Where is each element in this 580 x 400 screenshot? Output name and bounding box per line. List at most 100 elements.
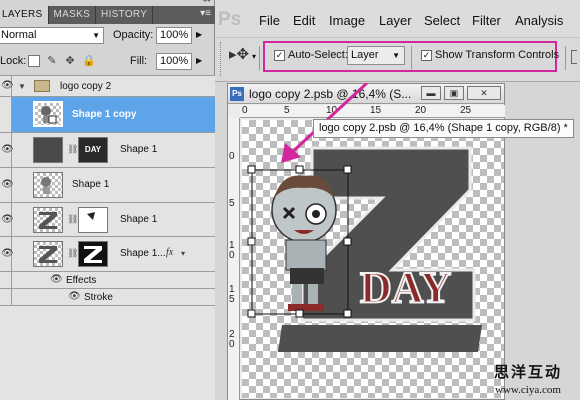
stroke-row[interactable]: 👁 Stroke: [0, 289, 215, 306]
stroke-label: Stroke: [84, 292, 113, 303]
layer-thumbnail: [33, 241, 63, 267]
zombie-pupil: [312, 210, 320, 218]
menu-select[interactable]: Select: [424, 13, 460, 28]
mask-shape-icon: [87, 212, 95, 220]
group-expand-icon[interactable]: ▼: [18, 82, 26, 91]
menu-file[interactable]: File: [259, 13, 280, 28]
banner-shape: [278, 325, 482, 352]
visibility-toggle[interactable]: [0, 289, 12, 305]
ruler-label: 1 5: [229, 284, 235, 305]
tab-masks[interactable]: MASKS: [49, 6, 97, 24]
menu-analysis[interactable]: Analysis: [515, 13, 563, 28]
watermark-chinese: 思洋互动: [493, 363, 562, 381]
close-button[interactable]: ✕: [467, 86, 501, 100]
lock-label: Lock:: [0, 55, 27, 67]
zombie-leg-right: [308, 284, 318, 306]
separator: [565, 46, 566, 70]
fill-arrow-icon[interactable]: ▶: [196, 56, 202, 65]
blend-mode-select[interactable]: Normal ▼: [0, 27, 104, 44]
options-bar-grip[interactable]: [220, 42, 223, 76]
lock-all-icon[interactable]: 🔒: [82, 55, 96, 67]
z-letter-thumb-icon: [39, 212, 57, 229]
site-watermark: 思洋互动 www.ciya.com: [478, 361, 578, 396]
lock-position-icon[interactable]: ✥: [64, 55, 76, 67]
auto-select-label: Auto-Select:: [288, 49, 348, 61]
visibility-toggle[interactable]: 👁: [0, 237, 14, 271]
layer-row[interactable]: 👁 ⛓ Shape 1: [0, 203, 215, 237]
tool-preset-chevron-icon[interactable]: ▾: [252, 52, 256, 61]
z-letter-thumb-icon: [39, 246, 57, 263]
lock-image-icon[interactable]: ✎: [46, 55, 58, 67]
layer-thumbnail: [33, 172, 63, 198]
menu-edit[interactable]: Edit: [293, 13, 315, 28]
zombie-thumb-icon: [41, 177, 51, 194]
menu-layer[interactable]: Layer: [379, 13, 412, 28]
layer-thumbnail: [33, 101, 63, 127]
ruler-label: 5: [229, 198, 235, 209]
ruler-label: 2 0: [229, 329, 235, 350]
layer-name: Shape 1 copy: [72, 109, 137, 120]
layer-row-group[interactable]: 👁 ▼ logo copy 2: [0, 76, 215, 97]
menu-bar: Ps File Edit Image Layer Select Filter A…: [215, 0, 580, 38]
layer-row[interactable]: 👁 ⛓ DAY Shape 1: [0, 133, 215, 168]
vertical-ruler: 0 5 1 0 1 5 2 0: [228, 118, 240, 400]
effects-row[interactable]: 👁 Effects: [0, 272, 215, 289]
minimize-button[interactable]: ▬: [421, 86, 441, 100]
visibility-toggle[interactable]: [0, 272, 12, 288]
panel-collapse-icon[interactable]: ◂◂: [202, 0, 210, 4]
visibility-toggle[interactable]: 👁: [0, 133, 14, 167]
visibility-toggle[interactable]: 👁: [0, 168, 14, 202]
layer-mask-thumbnail: DAY: [78, 137, 108, 163]
ruler-label: 1 0: [229, 240, 235, 261]
auto-select-target-select[interactable]: Layer ▼: [347, 46, 405, 65]
auto-select-checkbox[interactable]: ✓: [274, 50, 285, 61]
ruler-label: 20: [415, 105, 427, 116]
opacity-field[interactable]: 100%: [156, 27, 192, 44]
lock-transparent-icon[interactable]: [28, 55, 40, 67]
photoshop-logo: Ps: [218, 9, 242, 30]
chevron-down-icon: ▼: [392, 51, 400, 60]
ruler-label: 0: [229, 151, 235, 162]
layer-mask-thumbnail: [78, 207, 108, 233]
panel-tabs: LAYERS MASKS HISTORY ▾≡: [0, 6, 215, 24]
tab-layers[interactable]: LAYERS: [0, 6, 49, 24]
tab-history[interactable]: HISTORY: [96, 6, 154, 24]
visibility-toggle[interactable]: 👁: [0, 76, 14, 96]
zombie-thumb-icon: [41, 106, 57, 124]
effects-expand-icon[interactable]: ▾: [181, 249, 185, 258]
eye-icon: 👁: [1, 248, 14, 259]
visibility-toggle[interactable]: 👁: [0, 203, 14, 236]
zombie-pants: [290, 268, 324, 284]
fill-field[interactable]: 100%: [156, 53, 192, 70]
show-transform-checkbox[interactable]: ✓: [421, 50, 432, 61]
fill-label: Fill:: [130, 55, 148, 67]
layer-name: Shape 1: [120, 144, 158, 155]
eye-icon[interactable]: 👁: [68, 291, 81, 302]
opacity-arrow-icon[interactable]: ▶: [196, 30, 202, 39]
visibility-toggle[interactable]: [0, 97, 12, 132]
restore-button[interactable]: ▣: [444, 86, 464, 100]
artwork-day-text: DAY: [360, 263, 451, 312]
menu-image[interactable]: Image: [329, 13, 365, 28]
eye-icon: 👁: [1, 179, 14, 190]
ruler-label: 25: [460, 105, 472, 116]
layer-row[interactable]: 👁 ⛓ Shape 1... fx ▾: [0, 237, 215, 272]
zombie-shoe-right: [306, 304, 324, 311]
eye-icon[interactable]: 👁: [50, 274, 63, 285]
link-chain-icon: ⛓: [67, 144, 79, 154]
align-icon[interactable]: [571, 50, 577, 64]
layer-list: 👁 ▼ logo copy 2 Shape 1 copy 👁 ⛓ DAY Sha…: [0, 75, 215, 400]
layer-row-selected[interactable]: Shape 1 copy: [0, 97, 215, 133]
separator: [259, 46, 260, 70]
z-mask-icon: [84, 246, 102, 263]
ruler-label: 0: [242, 105, 248, 116]
panel-menu-icon[interactable]: ▾≡: [200, 8, 211, 19]
layer-row[interactable]: 👁 Shape 1: [0, 168, 215, 203]
move-tool-icon[interactable]: ▸✥: [229, 45, 249, 63]
folder-icon: [34, 80, 50, 92]
effects-label: Effects: [66, 275, 97, 286]
auto-select-target-value: Layer: [351, 49, 379, 61]
menu-filter[interactable]: Filter: [472, 13, 501, 28]
layer-name: Shape 1: [120, 214, 158, 225]
fx-icon[interactable]: fx: [166, 247, 173, 258]
